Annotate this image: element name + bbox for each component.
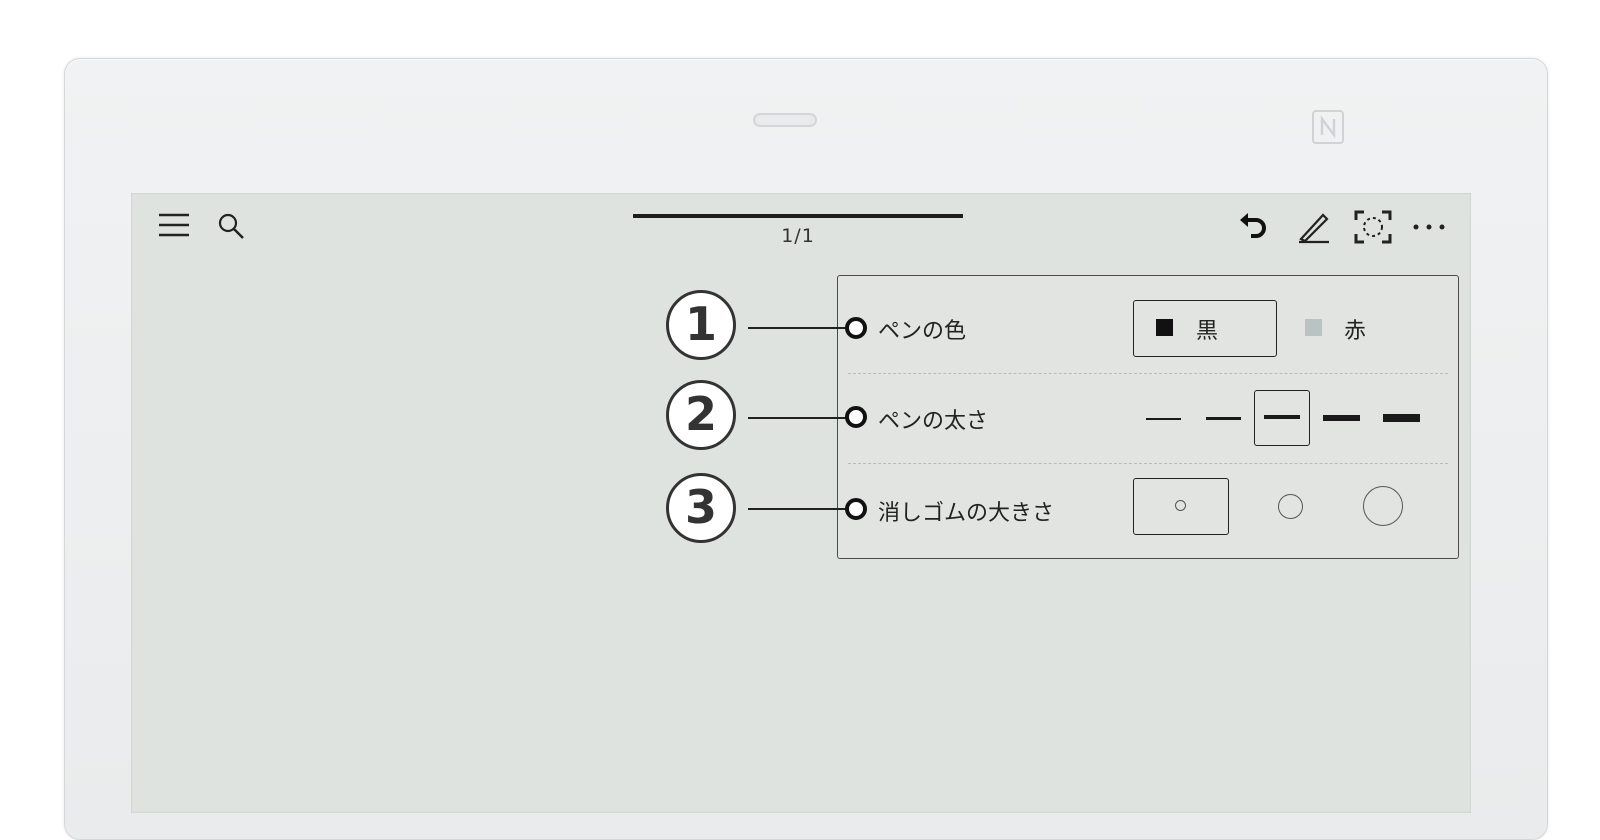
callout-3: 3 [666, 473, 736, 543]
pen-width-label: ペンの太さ [878, 409, 989, 434]
pen-width-line [1383, 414, 1420, 422]
eraser-medium-icon [1278, 494, 1303, 519]
pen-width-option-4[interactable] [1314, 392, 1369, 444]
callout-line [748, 508, 854, 510]
eraser-large-icon [1363, 486, 1403, 526]
eraser-size-option-small[interactable] [1133, 478, 1229, 535]
nfc-icon [1312, 110, 1344, 144]
pen-width-option-3[interactable] [1254, 390, 1310, 446]
eraser-size-label: 消しゴムの大きさ [878, 501, 1055, 526]
speaker-slot [753, 113, 817, 127]
pen-width-line [1323, 415, 1360, 421]
divider [848, 463, 1448, 464]
callout-line [748, 327, 854, 329]
pen-width-option-2[interactable] [1195, 392, 1250, 444]
color-red-label: 赤 [1344, 319, 1367, 344]
pen-width-option-1[interactable] [1135, 392, 1190, 444]
page-indicator: 1/1 [781, 225, 815, 247]
pen-width-option-5[interactable] [1374, 392, 1429, 444]
callout-dot [845, 498, 867, 520]
eraser-small-icon [1175, 500, 1186, 511]
divider [848, 373, 1448, 374]
page-progress-bar [633, 214, 963, 218]
pen-color-label: ペンの色 [878, 319, 967, 344]
undo-icon[interactable] [1238, 210, 1270, 242]
pen-icon[interactable] [1297, 210, 1331, 244]
search-icon[interactable] [217, 212, 247, 242]
callout-1: 1 [666, 290, 736, 360]
more-icon[interactable] [1412, 222, 1446, 232]
color-red-option[interactable]: 赤 [1290, 300, 1400, 357]
menu-icon[interactable] [158, 212, 190, 240]
black-swatch-icon [1156, 319, 1173, 336]
callout-dot [845, 406, 867, 428]
capture-icon[interactable] [1354, 210, 1392, 244]
pen-width-line [1146, 418, 1181, 420]
color-black-option[interactable]: 黒 [1133, 300, 1277, 357]
color-black-label: 黒 [1196, 319, 1219, 344]
callout-dot [845, 317, 867, 339]
callout-line [748, 417, 854, 419]
eraser-size-option-medium[interactable] [1250, 478, 1330, 535]
red-swatch-icon [1305, 319, 1322, 336]
callout-2: 2 [666, 380, 736, 450]
eraser-size-option-large[interactable] [1342, 478, 1422, 535]
pen-width-line [1264, 415, 1300, 419]
pen-width-line [1206, 417, 1241, 420]
